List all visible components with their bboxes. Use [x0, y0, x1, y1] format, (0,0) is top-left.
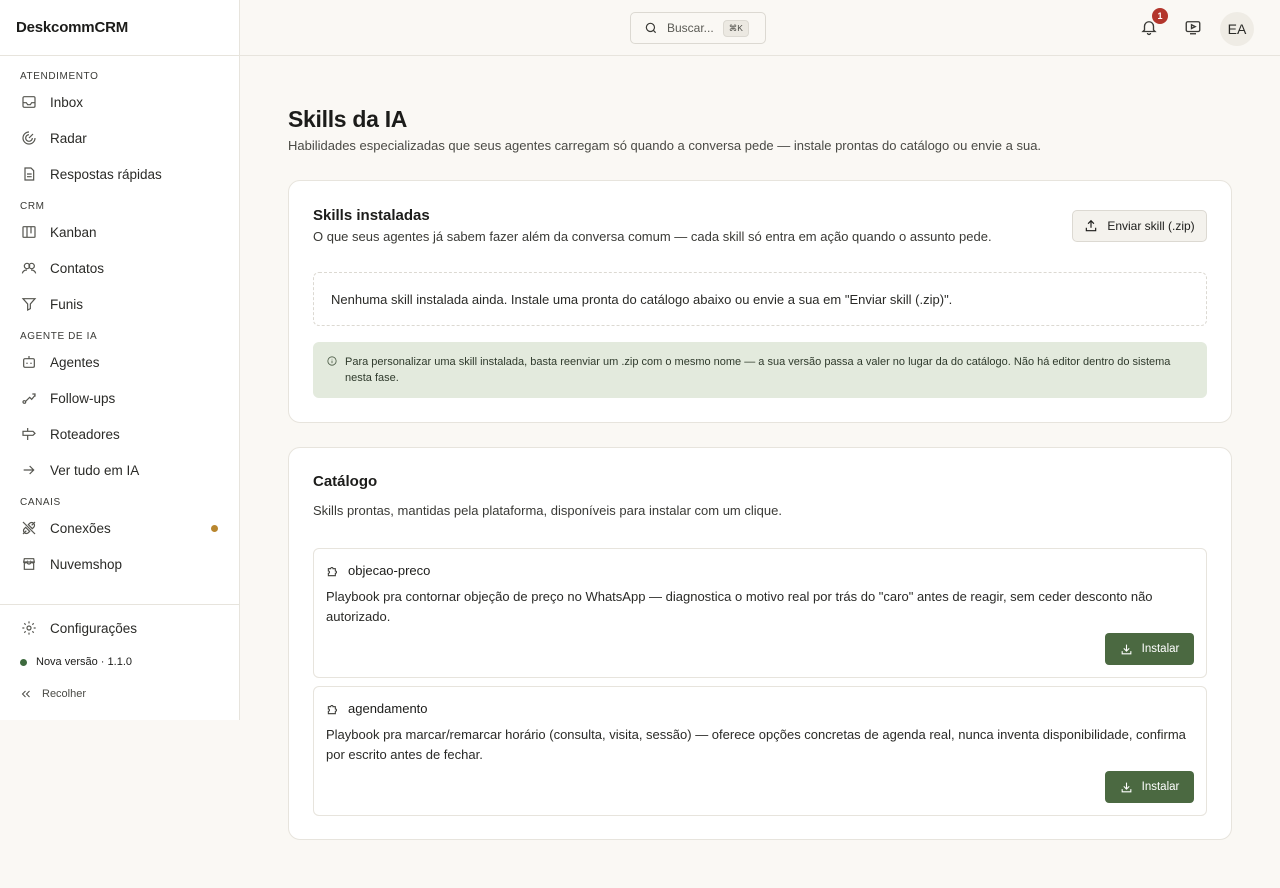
info-icon	[327, 356, 337, 366]
section-label-canais: CANAIS	[20, 497, 61, 508]
sidebar-item-label: Funis	[50, 296, 84, 312]
status-dot	[211, 525, 218, 532]
skill-name: objecao-preco	[348, 563, 431, 578]
catalog-item: agendamento Playbook pra marcar/remarcar…	[313, 686, 1207, 816]
sidebar-item-nuvemshop[interactable]: Nuvemshop	[0, 546, 239, 582]
upload-label: Enviar skill (.zip)	[1107, 219, 1195, 233]
skill-description: Playbook pra contornar objeção de preço …	[326, 589, 1153, 624]
sidebar-item-ver-tudo-ia[interactable]: Ver tudo em IA	[0, 452, 239, 488]
users-icon	[20, 259, 38, 277]
sidebar-footer: Configurações Nova versão · 1.1.0 Recolh…	[0, 604, 239, 704]
chevrons-left-icon	[20, 688, 32, 700]
catalog-subtitle: Skills prontas, mantidas pela plataforma…	[313, 503, 782, 518]
avatar[interactable]: EA	[1220, 12, 1254, 46]
sidebar-item-respostas-rapidas[interactable]: Respostas rápidas	[0, 156, 239, 192]
sidebar: DeskcommCRM ATENDIMENTO Inbox Radar Resp…	[0, 0, 240, 720]
download-icon	[1120, 781, 1133, 794]
sidebar-item-contatos[interactable]: Contatos	[0, 250, 239, 286]
info-text: Para personalizar uma skill instalada, b…	[345, 356, 1171, 384]
section-label-agente-ia: AGENTE DE IA	[20, 331, 98, 342]
video-tutorial-icon[interactable]	[1184, 18, 1204, 38]
version-indicator[interactable]: Nova versão · 1.1.0	[0, 652, 239, 672]
install-label: Instalar	[1141, 781, 1180, 793]
upload-icon	[1084, 219, 1098, 233]
sidebar-item-conexoes[interactable]: Conexões	[0, 510, 239, 546]
sidebar-item-label: Configurações	[50, 620, 138, 636]
search-icon	[644, 21, 658, 35]
section-label-crm: CRM	[20, 201, 45, 212]
topbar: Buscar... ⌘K 1 EA	[240, 0, 1280, 56]
sidebar-item-inbox[interactable]: Inbox	[0, 84, 239, 120]
installed-subtitle: O que seus agentes já sabem fazer além d…	[313, 229, 992, 244]
search-input[interactable]: Buscar... ⌘K	[630, 12, 766, 44]
sidebar-item-configuracoes[interactable]: Configurações	[0, 610, 239, 646]
sidebar-item-label: Agentes	[50, 354, 100, 370]
sidebar-item-label: Follow-ups	[50, 390, 116, 406]
gear-icon	[20, 619, 38, 637]
search-placeholder: Buscar...	[667, 21, 714, 35]
signpost-icon	[20, 425, 38, 443]
page-subtitle: Habilidades especializadas que seus agen…	[288, 138, 1042, 153]
file-text-icon	[20, 165, 38, 183]
collapse-label: Recolher	[42, 688, 87, 700]
sidebar-item-radar[interactable]: Radar	[0, 120, 239, 156]
bot-icon	[20, 353, 38, 371]
route-icon	[20, 389, 38, 407]
download-icon	[1120, 643, 1133, 656]
sidebar-item-label: Respostas rápidas	[50, 166, 162, 182]
sidebar-item-label: Inbox	[50, 94, 84, 110]
search-shortcut: ⌘K	[722, 19, 749, 37]
catalog-item: objecao-preco Playbook pra contornar obj…	[313, 548, 1207, 678]
collapse-sidebar-button[interactable]: Recolher	[0, 684, 239, 704]
installed-title: Skills instaladas	[313, 207, 430, 224]
skill-name: agendamento	[348, 701, 428, 716]
sidebar-item-label: Roteadores	[50, 426, 120, 442]
sidebar-item-label: Conexões	[50, 520, 111, 536]
store-icon	[20, 555, 38, 573]
skill-description: Playbook pra marcar/remarcar horário (co…	[326, 727, 1186, 762]
empty-state: Nenhuma skill instalada ainda. Instale u…	[313, 272, 1207, 326]
sidebar-item-follow-ups[interactable]: Follow-ups	[0, 380, 239, 416]
inbox-icon	[20, 93, 38, 111]
install-button[interactable]: Instalar	[1105, 633, 1194, 665]
puzzle-icon	[326, 564, 340, 578]
radar-icon	[20, 129, 38, 147]
plug-icon	[20, 519, 38, 537]
installed-skills-card: Skills instaladas O que seus agentes já …	[288, 180, 1232, 423]
brand-logo: DeskcommCRM	[0, 0, 239, 56]
catalog-title: Catálogo	[313, 473, 378, 490]
version-status-dot	[20, 658, 27, 666]
sidebar-item-label: Kanban	[50, 224, 97, 240]
sidebar-item-label: Nuvemshop	[50, 556, 123, 572]
sidebar-item-roteadores[interactable]: Roteadores	[0, 416, 239, 452]
sidebar-item-label: Radar	[50, 130, 87, 146]
info-note: Para personalizar uma skill instalada, b…	[313, 342, 1207, 398]
sidebar-item-label: Ver tudo em IA	[50, 462, 140, 478]
sidebar-item-kanban[interactable]: Kanban	[0, 214, 239, 250]
section-label-atendimento: ATENDIMENTO	[20, 71, 99, 82]
sidebar-item-label: Contatos	[50, 260, 105, 276]
kanban-icon	[20, 223, 38, 241]
puzzle-icon	[326, 702, 340, 716]
catalog-card: Catálogo Skills prontas, mantidas pela p…	[288, 447, 1232, 840]
sidebar-item-funis[interactable]: Funis	[0, 286, 239, 322]
funnel-icon	[20, 295, 38, 313]
upload-skill-button[interactable]: Enviar skill (.zip)	[1072, 210, 1207, 242]
sidebar-nav: ATENDIMENTO Inbox Radar Respostas rápida…	[0, 56, 239, 582]
install-button[interactable]: Instalar	[1105, 771, 1194, 803]
version-label: Nova versão · 1.1.0	[36, 656, 132, 668]
page-title: Skills da IA	[288, 106, 408, 132]
notification-badge: 1	[1152, 8, 1168, 24]
arrow-right-icon	[20, 461, 38, 479]
install-label: Instalar	[1141, 643, 1180, 655]
sidebar-item-agentes[interactable]: Agentes	[0, 344, 239, 380]
